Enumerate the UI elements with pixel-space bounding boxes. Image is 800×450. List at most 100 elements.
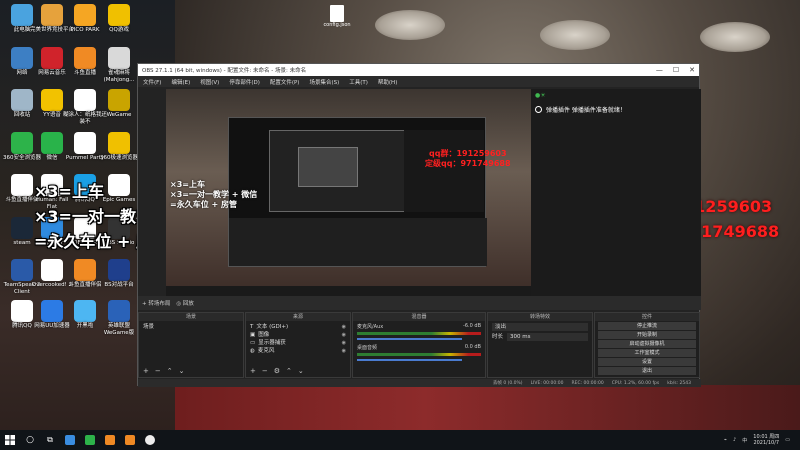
- wallpaper-ceiling-lamp: [700, 22, 770, 52]
- add-scene-button[interactable]: +: [143, 367, 149, 375]
- menu-help[interactable]: 帮助(H): [378, 78, 397, 86]
- taskbar-app[interactable]: [100, 430, 120, 450]
- eye-icon[interactable]: ◉: [342, 323, 346, 331]
- desktop-icon[interactable]: 360极速浏览器: [97, 130, 141, 174]
- search-icon: ○: [26, 435, 34, 445]
- menu-docks[interactable]: 停靠部件(D): [229, 78, 260, 86]
- obs-title-bar[interactable]: OBS 27.1.1 (64 bit, windows) - 配置文件: 未命名…: [138, 64, 699, 76]
- app-icon: [41, 259, 63, 281]
- maximize-button[interactable]: ☐: [673, 66, 679, 74]
- mixer-track-mic: 麦克风/Aux -6.0 dB: [353, 321, 485, 342]
- clock[interactable]: 10:01 周四 2021/10/7: [753, 434, 779, 446]
- transitions-dock: 转场特效 淡出 时长 300 ms: [487, 312, 593, 378]
- desktop-icon-label: 雀魂麻将 (Mahjong...: [103, 70, 135, 83]
- volume-icon[interactable]: ♪: [733, 437, 736, 443]
- volume-slider[interactable]: [357, 338, 463, 340]
- app-icon: [108, 89, 130, 111]
- source-settings-icon[interactable]: ⚙: [274, 367, 280, 375]
- start-recording-button[interactable]: 开始录制: [598, 331, 696, 339]
- scene-down-button[interactable]: ⌄: [179, 367, 185, 375]
- desktop-icon[interactable]: 英雄联盟WeGame版: [97, 298, 141, 342]
- remove-source-button[interactable]: −: [262, 367, 268, 375]
- taskbar-app[interactable]: [120, 430, 140, 450]
- desktop-icon[interactable]: WeGame: [97, 87, 141, 131]
- taskbar-app[interactable]: [60, 430, 80, 450]
- menu-file[interactable]: 文件(F): [143, 78, 161, 86]
- windows-logo-icon: [5, 435, 15, 445]
- app-icon: [74, 47, 96, 69]
- menu-scene-collection[interactable]: 场景集合(S): [309, 78, 339, 86]
- menu-edit[interactable]: 编辑(E): [171, 78, 190, 86]
- menu-view[interactable]: 视图(V): [200, 78, 219, 86]
- start-button[interactable]: [0, 430, 20, 450]
- app-icon: [108, 300, 130, 322]
- menu-profile[interactable]: 配置文件(P): [270, 78, 300, 86]
- taskbar-app-obs[interactable]: [140, 430, 160, 450]
- close-button[interactable]: ✕: [689, 66, 695, 74]
- obs-window[interactable]: OBS 27.1.1 (64 bit, windows) - 配置文件: 未命名…: [137, 63, 701, 387]
- app-icon: [41, 300, 63, 322]
- ime-indicator[interactable]: 中: [742, 437, 747, 444]
- remove-scene-button[interactable]: −: [155, 367, 161, 375]
- settings-button[interactable]: 设置: [598, 358, 696, 366]
- mixer-dock: 混音器 麦克风/Aux -6.0 dB 桌面音频 0.0 dB: [352, 312, 486, 378]
- source-item-image[interactable]: ▣ 图像 ◉: [250, 331, 346, 339]
- app-icon: [74, 300, 96, 322]
- desktop-icon[interactable]: 雀魂麻将 (Mahjong...: [97, 45, 141, 89]
- desktop-icon[interactable]: QQ游戏: [97, 2, 141, 46]
- duration-input[interactable]: 300 ms: [507, 333, 588, 341]
- add-source-button[interactable]: +: [250, 367, 256, 375]
- exit-button[interactable]: 退出: [598, 367, 696, 375]
- transitions-dock-title: 转场特效: [488, 313, 592, 321]
- desktop-file-config[interactable]: config.json: [322, 5, 352, 28]
- status-dropped-frames: 丢帧 0 (0.0%): [492, 381, 523, 386]
- eye-icon[interactable]: ◉: [342, 331, 346, 339]
- transition-layout-button[interactable]: + 转场布局: [142, 299, 170, 307]
- source-item-text[interactable]: T 文本 (GDI+) ◉: [250, 323, 346, 331]
- scenes-dock-title: 场景: [139, 313, 243, 321]
- controls-dock: 控件 停止推流 开始录制 启动虚拟摄像机 工作室模式 设置 退出: [594, 312, 700, 378]
- preview-nested-docks: [229, 218, 487, 266]
- menu-tools[interactable]: 工具(T): [349, 78, 368, 86]
- network-icon[interactable]: ⌁: [724, 437, 727, 443]
- windows-taskbar: ○ ⧉ ⌁ ♪ 中 10:01 周四 2021/10/7 ▭: [0, 430, 800, 450]
- chat-plugin-icon: ●☀: [535, 92, 546, 99]
- preview-nested-chat: [404, 130, 484, 212]
- app-icon: [41, 132, 63, 154]
- volume-slider[interactable]: [357, 359, 463, 361]
- volume-meter: [357, 332, 481, 335]
- desktop-icon[interactable]: BS对战平台: [97, 257, 141, 301]
- stop-streaming-button[interactable]: 停止推流: [598, 322, 696, 330]
- minimize-button[interactable]: —: [656, 66, 663, 74]
- taskbar-app[interactable]: [80, 430, 100, 450]
- app-icon: [125, 435, 135, 445]
- scene-item[interactable]: 场景: [143, 323, 239, 331]
- source-item-display[interactable]: ▭ 显示器捕获 ◉: [250, 339, 346, 347]
- obs-title-text: OBS 27.1.1 (64 bit, windows) - 配置文件: 未命名…: [142, 68, 307, 74]
- preview-nested-obs-innermost: [298, 147, 358, 187]
- source-item-mic[interactable]: ◍ 麦克风 ◉: [250, 347, 346, 355]
- obs-status-bar: 丢帧 0 (0.0%) LIVE: 00:00:00 REC: 00:00:00…: [138, 379, 701, 387]
- search-button[interactable]: ○: [20, 430, 40, 450]
- source-up-button[interactable]: ⌃: [286, 367, 292, 375]
- obs-preview-canvas[interactable]: qq群：191259603 定级qq：971749688 ×3=上车 ×3=一对…: [166, 89, 531, 296]
- app-icon: [74, 89, 96, 111]
- source-down-button[interactable]: ⌄: [298, 367, 304, 375]
- replay-button[interactable]: ◎ 回放: [176, 299, 194, 307]
- chat-avatar-icon: [535, 106, 542, 113]
- preview-nested-obs-inner: [269, 130, 405, 212]
- virtual-camera-button[interactable]: 启动虚拟摄像机: [598, 340, 696, 348]
- transition-type-select[interactable]: 淡出: [492, 323, 588, 331]
- obs-menu-bar: 文件(F) 编辑(E) 视图(V) 停靠部件(D) 配置文件(P) 场景集合(S…: [138, 76, 699, 87]
- notification-icon[interactable]: ▭: [785, 437, 790, 443]
- task-view-button[interactable]: ⧉: [40, 430, 60, 450]
- scene-up-button[interactable]: ⌃: [167, 367, 173, 375]
- chat-message-text: 弹播插件 弹播插件准备就绪！: [546, 107, 626, 114]
- eye-icon[interactable]: ◉: [342, 339, 346, 347]
- studio-mode-button[interactable]: 工作室模式: [598, 349, 696, 357]
- eye-icon[interactable]: ◉: [342, 347, 346, 355]
- status-live-time: LIVE: 00:00:00: [530, 380, 564, 386]
- app-icon: [108, 174, 130, 196]
- text-icon: T: [250, 324, 254, 330]
- obs-scene-toolbar: + 转场布局 ◎ 回放: [138, 296, 701, 310]
